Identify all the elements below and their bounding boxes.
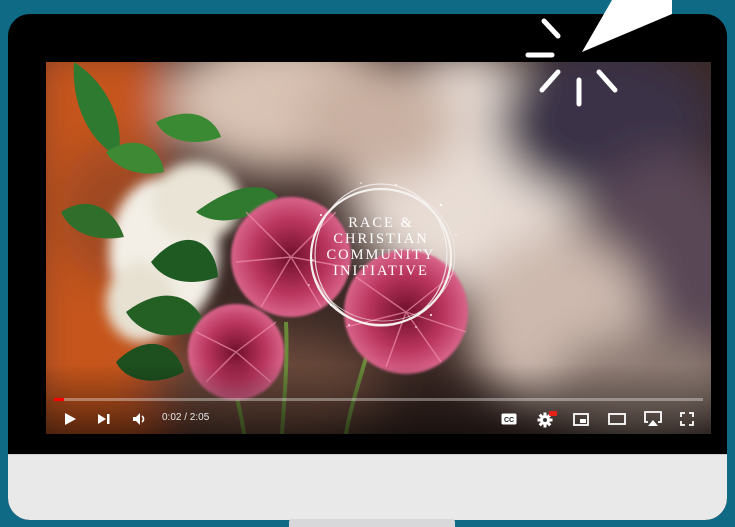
airplay-icon bbox=[644, 411, 662, 426]
svg-text:CC: CC bbox=[504, 417, 514, 424]
monitor-chin bbox=[8, 454, 727, 520]
logo-line-4: INITIATIVE bbox=[333, 263, 429, 279]
play-button[interactable] bbox=[60, 408, 80, 430]
airplay-button[interactable] bbox=[642, 408, 664, 430]
time-display: 0:02 / 2:05 bbox=[162, 412, 210, 423]
progress-bar[interactable] bbox=[54, 398, 703, 401]
theater-icon bbox=[608, 413, 626, 425]
miniplayer-icon bbox=[573, 412, 589, 426]
initiative-logo: RACE & CHRISTIAN COMMUNITY INITIATIVE bbox=[301, 175, 461, 335]
captions-button[interactable]: CC bbox=[498, 408, 520, 430]
theater-mode-button[interactable] bbox=[606, 408, 628, 430]
fullscreen-button[interactable] bbox=[676, 408, 698, 430]
logo-line-1: RACE & bbox=[348, 215, 414, 231]
click-burst-icon bbox=[525, 0, 672, 107]
fullscreen-icon bbox=[680, 412, 694, 426]
hd-badge bbox=[549, 411, 557, 416]
settings-icon bbox=[537, 411, 557, 428]
volume-icon bbox=[133, 413, 145, 425]
monitor-stand bbox=[289, 519, 455, 527]
volume-button[interactable] bbox=[129, 408, 151, 430]
miniplayer-button[interactable] bbox=[570, 408, 592, 430]
progress-played bbox=[54, 398, 65, 401]
next-icon bbox=[98, 414, 110, 424]
logo-line-3: COMMUNITY bbox=[326, 247, 436, 263]
captions-icon: CC bbox=[501, 413, 517, 425]
video-player[interactable]: RACE & CHRISTIAN COMMUNITY INITIATIVE 0:… bbox=[46, 62, 711, 434]
play-icon bbox=[65, 413, 76, 425]
next-button[interactable] bbox=[94, 408, 114, 430]
settings-button[interactable] bbox=[535, 408, 559, 430]
logo-line-2: CHRISTIAN bbox=[333, 231, 429, 247]
